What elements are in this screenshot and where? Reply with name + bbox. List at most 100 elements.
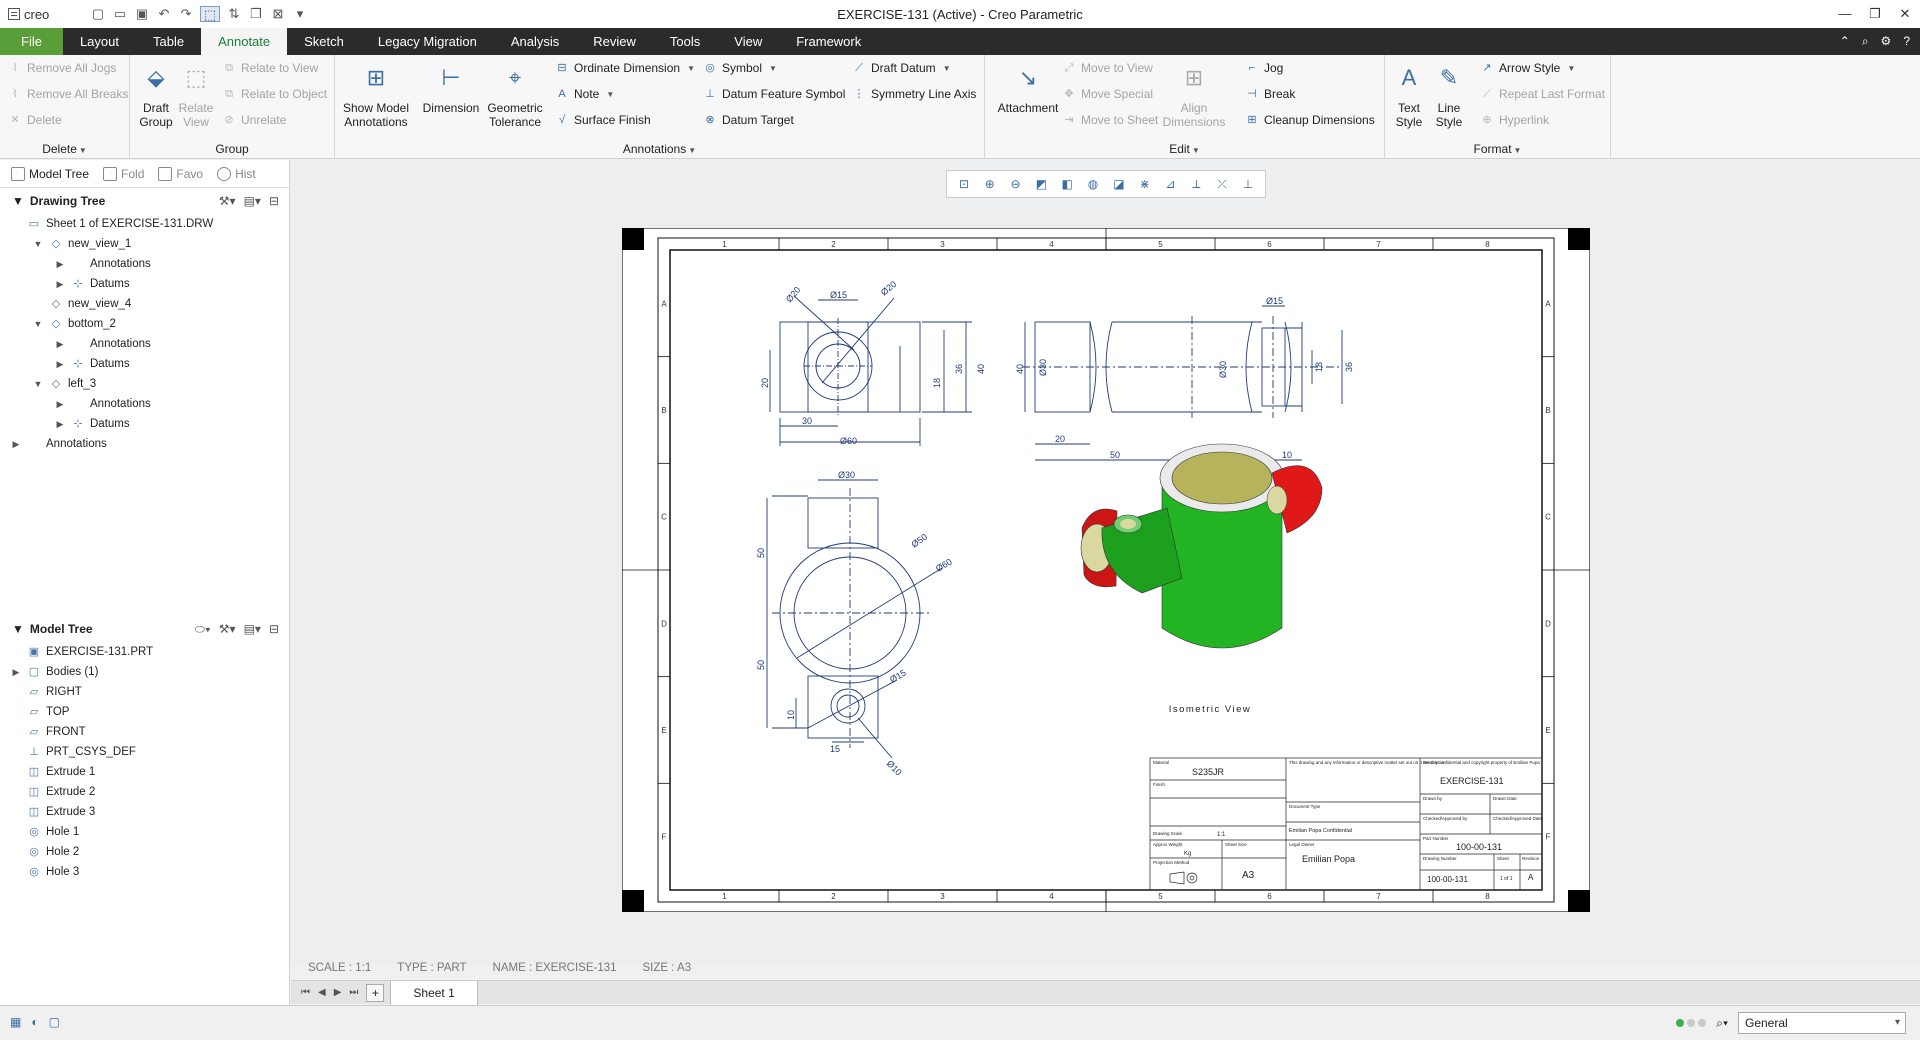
tab-history[interactable]: Hist: [212, 162, 261, 186]
tab-tools[interactable]: Tools: [653, 28, 717, 55]
model-tree-item[interactable]: ◎ Hole 3: [0, 862, 289, 882]
drawing-tree-item[interactable]: ▼ ◇ bottom_2: [0, 314, 289, 334]
drawing-tree-item[interactable]: ▶ ⊹ Datums: [0, 414, 289, 434]
tree-display-icon[interactable]: ⬭▾: [195, 622, 211, 637]
command-search-icon[interactable]: ⌕: [1862, 28, 1869, 55]
full-screen-icon[interactable]: ▢: [49, 1015, 60, 1029]
model-tree-header[interactable]: ▼ Model Tree ⬭▾ ⚒▾ ▤▾ ⊟: [0, 616, 289, 642]
collapse-ribbon-icon[interactable]: ⌃: [1840, 28, 1850, 55]
tab-table[interactable]: Table: [136, 28, 201, 55]
draft-datum-button[interactable]: ⟋ Draft Datum ▼: [852, 59, 950, 77]
remove-all-jogs-button[interactable]: ⌇ Remove All Jogs: [8, 59, 116, 77]
annotations-group-label[interactable]: Annotations ▼: [335, 142, 984, 156]
delete-button[interactable]: ✕ Delete: [8, 111, 61, 129]
next-sheet-icon[interactable]: ▶: [334, 987, 342, 998]
expand-toggle-icon[interactable]: ▼: [32, 239, 44, 249]
repeat-last-format-button[interactable]: ⟋ Repeat Last Format: [1480, 85, 1605, 103]
model-tree-item[interactable]: ◫ Extrude 1: [0, 762, 289, 782]
symmetry-line-axis-button[interactable]: ⋮ Symmetry Line Axis: [852, 85, 977, 103]
move-special-button[interactable]: ✥ Move Special: [1062, 85, 1153, 103]
geometric-tolerance-button[interactable]: ⌖ Geometric Tolerance: [485, 61, 545, 130]
undo-icon[interactable]: ↶: [156, 6, 172, 22]
drawing-tree-item[interactable]: ▶ Annotations: [0, 434, 289, 454]
drawing-tree-item[interactable]: ▶ ⊹ Datums: [0, 274, 289, 294]
tree-filter-icon[interactable]: ⊟: [269, 194, 279, 208]
tab-legacy-migration[interactable]: Legacy Migration: [361, 28, 494, 55]
zoom-in-icon[interactable]: ⊕: [981, 175, 999, 193]
shade-icon[interactable]: ◍: [1084, 175, 1102, 193]
csys-display-icon[interactable]: ⊥: [1239, 175, 1257, 193]
drawing-tree-item[interactable]: ▭ Sheet 1 of EXERCISE-131.DRW: [0, 214, 289, 234]
tab-file[interactable]: File: [0, 28, 63, 55]
drawing-tree-item[interactable]: ▶ ⊹ Datums: [0, 354, 289, 374]
drawing-tree-header[interactable]: ▼ Drawing Tree ⚒▾ ▤▾ ⊟: [0, 188, 289, 214]
relate-to-view-button[interactable]: ⧉ Relate to View: [222, 59, 318, 77]
expand-toggle-icon[interactable]: ▶: [54, 359, 66, 370]
expand-toggle-icon[interactable]: ▶: [10, 667, 22, 678]
tree-settings-icon[interactable]: ⚒▾: [219, 194, 236, 208]
tab-sheet-1[interactable]: Sheet 1: [390, 980, 478, 1005]
refit-icon[interactable]: ⊡: [955, 175, 973, 193]
attachment-button[interactable]: ↘ Attachment: [993, 61, 1063, 116]
drawing-tree-item[interactable]: ▼ ◇ new_view_1: [0, 234, 289, 254]
drawing-tree-item[interactable]: ◇ new_view_4: [0, 294, 289, 314]
close-icon[interactable]: ✕: [1890, 0, 1920, 28]
sketch-display-icon[interactable]: ⟂: [1187, 175, 1205, 193]
surface-finish-button[interactable]: √ Surface Finish: [555, 111, 651, 129]
datum-target-button[interactable]: ⊗ Datum Target: [703, 111, 793, 129]
line-style-button[interactable]: ✎ Line Style: [1429, 61, 1469, 130]
point-display-icon[interactable]: ⤫: [1213, 175, 1231, 193]
expand-toggle-icon[interactable]: ▼: [32, 319, 44, 329]
tree-columns-2-icon[interactable]: ▤▾: [244, 622, 261, 637]
tab-view[interactable]: View: [717, 28, 779, 55]
save-icon[interactable]: ▣: [134, 6, 150, 22]
datum-feature-symbol-button[interactable]: ⊥ Datum Feature Symbol: [703, 85, 845, 103]
text-style-button[interactable]: A Text Style: [1389, 61, 1429, 130]
edit-group-label[interactable]: Edit ▼: [985, 142, 1384, 156]
tab-analysis[interactable]: Analysis: [494, 28, 576, 55]
expand-toggle-icon[interactable]: ▶: [54, 279, 66, 290]
model-tree-item[interactable]: ▣ EXERCISE-131.PRT: [0, 642, 289, 662]
tree-settings-2-icon[interactable]: ⚒▾: [219, 622, 236, 637]
new-file-icon[interactable]: ▢: [90, 6, 106, 22]
add-sheet-button[interactable]: +: [366, 983, 385, 1002]
help-icon[interactable]: ?: [1903, 28, 1910, 55]
model-tree-item[interactable]: ▱ FRONT: [0, 722, 289, 742]
settings-icon[interactable]: ⚙: [1881, 28, 1892, 55]
tab-sketch[interactable]: Sketch: [287, 28, 361, 55]
open-file-icon[interactable]: ▭: [112, 6, 128, 22]
tab-model-tree[interactable]: Model Tree: [6, 162, 94, 186]
relate-view-button[interactable]: ⬚ Relate View: [176, 61, 216, 130]
tab-favorites[interactable]: Favo: [153, 162, 208, 186]
drawing-sheet[interactable]: 1122334455667788A AB BC CD DE EF F Ø15 Ø20 Ø20…: [622, 228, 1590, 912]
regenerate-icon[interactable]: ⇅: [226, 6, 242, 22]
regen-status-icon[interactable]: [1676, 1019, 1707, 1027]
hyperlink-button[interactable]: ⊕ Hyperlink: [1480, 111, 1549, 129]
repaint-icon[interactable]: ◩: [1032, 175, 1050, 193]
drawing-tree-item[interactable]: ▶ Annotations: [0, 334, 289, 354]
drawing-tree-item[interactable]: ▼ ◇ left_3: [0, 374, 289, 394]
expand-toggle-icon[interactable]: ▶: [54, 419, 66, 430]
restore-icon[interactable]: ❐: [1860, 0, 1890, 28]
tree-columns-icon[interactable]: ▤▾: [244, 194, 261, 208]
note-button[interactable]: A Note ▼: [555, 85, 614, 103]
unrelate-button[interactable]: ⊘ Unrelate: [222, 111, 286, 129]
close-window-icon[interactable]: ⊠: [270, 6, 286, 22]
show-model-annotations-button[interactable]: ⊞ Show Model Annotations: [341, 61, 411, 130]
delete-group-label[interactable]: Delete ▼: [0, 142, 129, 156]
first-sheet-icon[interactable]: ⏮: [301, 987, 310, 998]
tab-annotate[interactable]: Annotate: [201, 28, 288, 55]
collapse-drawing-tree-icon[interactable]: ▼: [12, 194, 24, 208]
windows-icon[interactable]: ❐: [248, 6, 264, 22]
display-style-icon[interactable]: ◧: [1058, 175, 1076, 193]
tangent-edges-icon[interactable]: ◪: [1110, 175, 1128, 193]
drawing-tree-item[interactable]: ▶ Annotations: [0, 254, 289, 274]
symbol-button[interactable]: ◎ Symbol ▼: [703, 59, 777, 77]
find-icon[interactable]: ⌕▾: [1716, 1016, 1728, 1031]
expand-toggle-icon[interactable]: ▶: [54, 399, 66, 410]
zoom-out-icon[interactable]: ⊖: [1007, 175, 1025, 193]
align-dimensions-button[interactable]: ⊞ Align Dimensions: [1161, 61, 1227, 130]
move-to-view-button[interactable]: ⤢ Move to View: [1062, 59, 1153, 77]
tree-filter-2-icon[interactable]: ⊟: [269, 622, 279, 637]
model-tree-item[interactable]: ▱ RIGHT: [0, 682, 289, 702]
